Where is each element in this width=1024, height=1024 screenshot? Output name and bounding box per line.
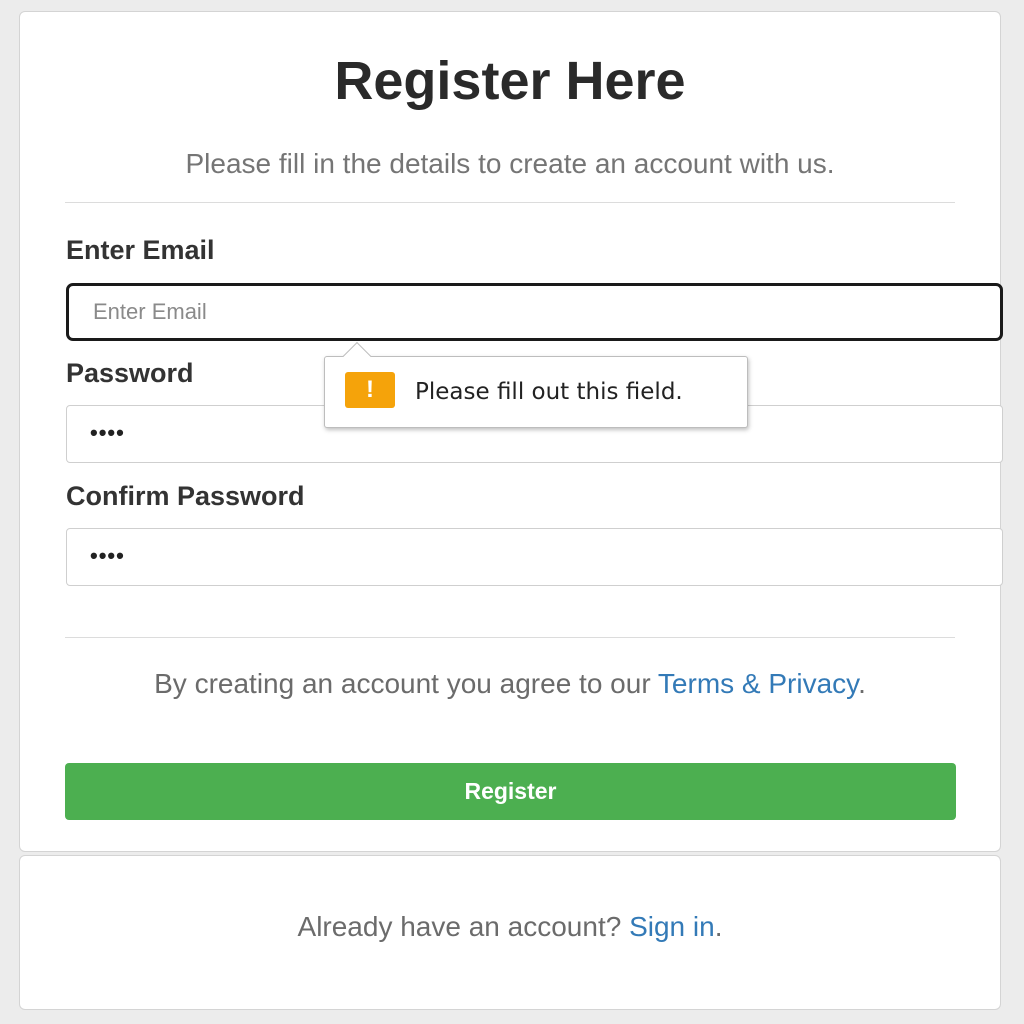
signin-card: Already have an account? Sign in.	[19, 855, 1001, 1010]
register-button[interactable]: Register	[65, 763, 956, 820]
confirm-password-label: Confirm Password	[66, 481, 305, 511]
password-label: Password	[66, 358, 194, 388]
password-masked-value: ••••	[90, 420, 125, 445]
divider-top	[65, 202, 955, 203]
divider-bottom	[65, 637, 955, 638]
agreement-prefix: By creating an account you agree to our	[154, 668, 658, 699]
signin-end: .	[714, 911, 723, 942]
confirm-password-field[interactable]	[66, 528, 1003, 586]
page-title: Register Here	[334, 51, 686, 111]
register-card: Register Here Please fill in the details…	[19, 11, 1003, 852]
confirm-password-masked-value: ••••	[90, 543, 125, 568]
warning-icon: !	[345, 372, 395, 408]
page-subtitle: Please fill in the details to create an …	[185, 148, 835, 179]
tooltip-message: Please fill out this field.	[415, 379, 683, 405]
validation-tooltip: ! Please fill out this field.	[324, 341, 748, 428]
agreement-text: By creating an account you agree to our …	[20, 669, 1000, 699]
signin-text: Already have an account? Sign in.	[20, 911, 1000, 943]
signin-link[interactable]: Sign in	[629, 911, 715, 942]
tooltip-arrow	[342, 341, 372, 371]
terms-privacy-link[interactable]: Terms & Privacy	[658, 668, 858, 699]
email-label: Enter Email	[66, 235, 215, 265]
email-field[interactable]	[66, 283, 1003, 341]
signin-prefix: Already have an account?	[297, 911, 630, 942]
agreement-end: .	[858, 668, 866, 699]
